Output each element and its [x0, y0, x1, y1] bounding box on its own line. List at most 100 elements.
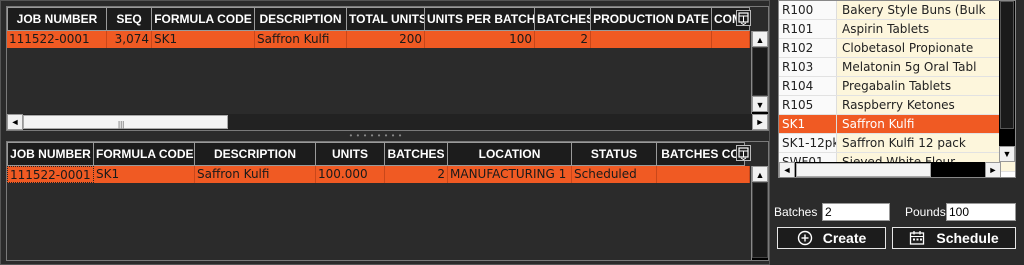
- col-header-batches[interactable]: BATCHES: [385, 142, 448, 166]
- list-item[interactable]: SK1 Saffron Kulfi: [779, 115, 1015, 134]
- cell-comp[interactable]: [712, 31, 750, 48]
- list-item-code: R102: [779, 39, 837, 57]
- batches-input[interactable]: [822, 203, 890, 221]
- list-item[interactable]: R104 Pregabalin Tablets: [779, 77, 1015, 96]
- list-item[interactable]: R101 Aspirin Tablets: [779, 20, 1015, 39]
- scroll-left-icon[interactable]: ◄: [779, 162, 795, 177]
- jobs-grid[interactable]: JOB NUMBER SEQ FORMULA CODE DESCRIPTION …: [6, 6, 769, 131]
- col-header-description[interactable]: DESCRIPTION: [255, 7, 347, 31]
- col-header-job-number[interactable]: JOB NUMBER: [7, 142, 94, 166]
- plus-circle-icon: [797, 230, 813, 246]
- cell-status[interactable]: Scheduled: [572, 166, 657, 183]
- cell-total-units[interactable]: 200: [347, 31, 425, 48]
- grip-icon: |||: [118, 120, 125, 129]
- scroll-thumb[interactable]: [752, 47, 768, 96]
- cell-formula-code[interactable]: SK1: [94, 166, 195, 183]
- calendar-icon: [909, 230, 926, 246]
- cell-location[interactable]: MANUFACTURING 1: [448, 166, 572, 183]
- pounds-label: Pounds:: [905, 205, 950, 219]
- formula-list[interactable]: R100 Bakery Style Buns (Bulk R101 Aspirin T…: [778, 0, 1016, 178]
- list-item[interactable]: R103 Melatonin 5g Oral Tabl: [779, 58, 1015, 77]
- scroll-up-icon[interactable]: ▲: [752, 166, 768, 182]
- col-header-location[interactable]: LOCATION: [448, 142, 572, 166]
- cell-description[interactable]: Saffron Kulfi: [255, 31, 347, 48]
- col-header-seq[interactable]: SEQ: [107, 7, 152, 31]
- col-header-status[interactable]: STATUS: [572, 142, 657, 166]
- list-item[interactable]: SK1-12pk Saffron Kulfi 12 pack: [779, 134, 1015, 153]
- cell-units-per-batch[interactable]: 100: [425, 31, 535, 48]
- list-item-code: R100: [779, 1, 837, 19]
- column-chooser-icon[interactable]: [736, 145, 751, 161]
- schedule-grid-header: JOB NUMBER FORMULA CODE DESCRIPTION UNIT…: [7, 142, 745, 166]
- cell-description[interactable]: Saffron Kulfi: [195, 166, 316, 183]
- scroll-right-icon[interactable]: ►: [985, 162, 1001, 177]
- cell-batches-completed[interactable]: [657, 166, 750, 183]
- col-header-units[interactable]: UNITS: [316, 142, 385, 166]
- scroll-thumb[interactable]: [796, 163, 931, 177]
- cell-job-number[interactable]: 111522-0001: [7, 31, 107, 48]
- list-item-name: Melatonin 5g Oral Tabl: [837, 58, 1015, 76]
- list-item-name: Saffron Kulfi: [837, 115, 1015, 133]
- list-item[interactable]: R100 Bakery Style Buns (Bulk: [779, 1, 1015, 20]
- list-item-code: R105: [779, 96, 837, 114]
- scroll-down-icon[interactable]: ▼: [999, 146, 1015, 162]
- schedule-button-label: Schedule: [936, 230, 999, 246]
- col-header-job-number[interactable]: JOB NUMBER: [7, 7, 107, 31]
- list-item-name: Clobetasol Propionate: [837, 39, 1015, 57]
- list-item[interactable]: R105 Raspberry Ketones: [779, 96, 1015, 115]
- cell-batches[interactable]: 2: [385, 166, 448, 183]
- list-item-name: Saffron Kulfi 12 pack: [837, 134, 1015, 152]
- jobs-grid-vertical-scrollbar[interactable]: ▲ ▼: [751, 31, 768, 114]
- list-item-name: Pregabalin Tablets: [837, 77, 1015, 95]
- col-header-formula-code[interactable]: FORMULA CODE: [94, 142, 195, 166]
- scroll-right-icon[interactable]: ►: [752, 114, 768, 130]
- formula-list-vertical-scrollbar[interactable]: ▼: [999, 1, 1015, 162]
- jobs-grid-header: JOB NUMBER SEQ FORMULA CODE DESCRIPTION …: [7, 7, 750, 31]
- list-item-code: R103: [779, 58, 837, 76]
- list-item[interactable]: R102 Clobetasol Propionate: [779, 39, 1015, 58]
- scroll-left-icon[interactable]: ◄: [7, 114, 23, 130]
- list-item-code: SK1: [779, 115, 837, 133]
- scroll-down-icon[interactable]: ▼: [752, 96, 768, 112]
- cell-units[interactable]: 100.000: [316, 166, 385, 183]
- cell-production-date[interactable]: [591, 31, 712, 48]
- col-header-formula-code[interactable]: FORMULA CODE: [152, 7, 255, 31]
- cell-job-number[interactable]: 111522-0001: [7, 166, 94, 183]
- cell-formula-code[interactable]: SK1: [152, 31, 255, 48]
- col-header-total-units[interactable]: TOTAL UNITS: [347, 7, 425, 31]
- list-item-name: Bakery Style Buns (Bulk: [837, 1, 1015, 19]
- jobs-grid-horizontal-scrollbar[interactable]: ◄ ||| ►: [7, 114, 768, 130]
- scroll-up-icon[interactable]: ▲: [752, 31, 768, 47]
- col-header-units-per-batch[interactable]: UNITS PER BATCH: [425, 7, 535, 31]
- formula-list-items: R100 Bakery Style Buns (Bulk R101 Aspirin T…: [779, 1, 1015, 172]
- formula-list-horizontal-scrollbar[interactable]: ◄ ►: [779, 162, 1001, 177]
- table-row[interactable]: 111522-0001 3,074 SK1 Saffron Kulfi 200 …: [7, 31, 750, 48]
- cell-seq[interactable]: 3,074: [107, 31, 152, 48]
- scroll-thumb[interactable]: |||: [23, 115, 228, 129]
- cell-batches[interactable]: 2: [535, 31, 591, 48]
- table-row[interactable]: 111522-0001 SK1 Saffron Kulfi 100.000 2 …: [7, 166, 750, 183]
- col-header-description[interactable]: DESCRIPTION: [195, 142, 316, 166]
- pounds-input[interactable]: [946, 203, 1016, 221]
- schedule-button[interactable]: Schedule: [892, 227, 1016, 249]
- create-button[interactable]: Create: [777, 227, 886, 249]
- quantity-inputs: Batches Pounds:: [772, 203, 1024, 221]
- list-item-code: R101: [779, 20, 837, 38]
- col-header-batches-completed[interactable]: BATCHES CO: [657, 142, 745, 166]
- schedule-grid-vertical-scrollbar[interactable]: ▲: [751, 166, 768, 260]
- scroll-track[interactable]: |||: [23, 114, 752, 130]
- formula-panel: R100 Bakery Style Buns (Bulk R101 Aspirin T…: [772, 0, 1024, 265]
- col-header-batches[interactable]: BATCHES: [535, 7, 591, 31]
- grid-splitter[interactable]: • • • • • • • •: [341, 132, 411, 140]
- column-chooser-icon[interactable]: [736, 10, 751, 26]
- list-item-name: Aspirin Tablets: [837, 20, 1015, 38]
- list-item-name: Raspberry Ketones: [837, 96, 1015, 114]
- create-button-label: Create: [822, 230, 867, 246]
- scroll-thumb[interactable]: [1000, 1, 1014, 129]
- col-header-production-date[interactable]: PRODUCTION DATE: [591, 7, 712, 31]
- grids-panel: JOB NUMBER SEQ FORMULA CODE DESCRIPTION …: [0, 0, 770, 265]
- scroll-thumb[interactable]: [752, 182, 768, 258]
- list-item-code: R104: [779, 77, 837, 95]
- batches-label: Batches: [774, 205, 818, 219]
- schedule-grid[interactable]: JOB NUMBER FORMULA CODE DESCRIPTION UNIT…: [6, 141, 769, 261]
